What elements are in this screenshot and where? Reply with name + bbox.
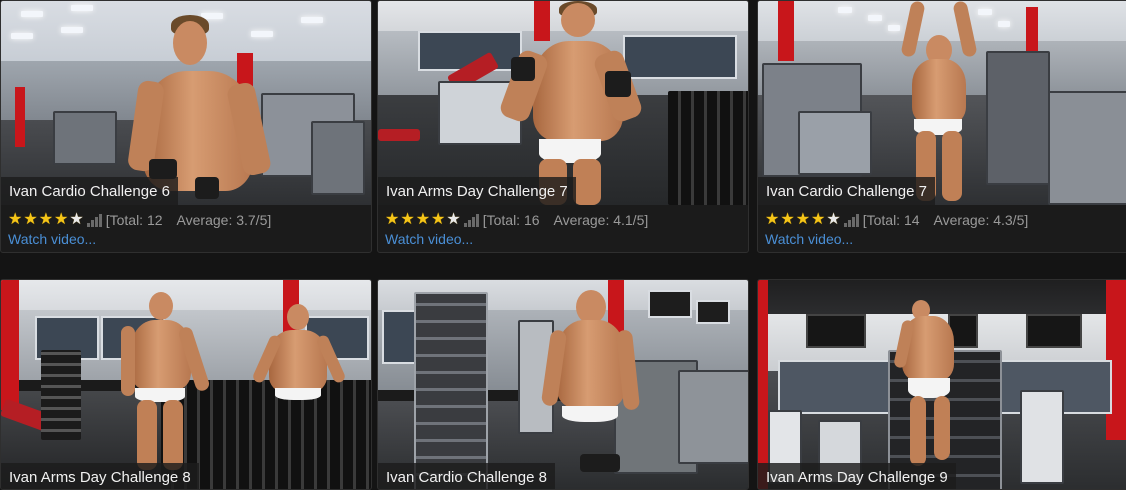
video-thumbnail[interactable]: Ivan Arms Day Challenge 8 — [1, 280, 371, 489]
thumbnail-image — [1, 280, 371, 489]
video-card: Ivan Arms Day Challenge 9 — [757, 279, 1126, 490]
star-empty-icon[interactable]: ★ — [69, 211, 83, 228]
video-title[interactable]: Ivan Arms Day Challenge 8 — [1, 463, 199, 489]
star-filled-icon[interactable]: ★ — [8, 211, 22, 228]
rating: ★ ★ ★ ★ ★ [Total: 14 Average: 4.3/5] — [765, 210, 1121, 229]
watch-video-link[interactable]: Watch video... — [8, 231, 96, 247]
rating-average-label: Average: — [176, 211, 233, 228]
star-rating[interactable]: ★ ★ ★ ★ ★ — [765, 211, 842, 228]
star-filled-icon[interactable]: ★ — [796, 211, 810, 228]
rating-total-label: [Total: — [862, 211, 901, 228]
video-info: ★ ★ ★ ★ ★ [Total: 16 Average: 4.1/5] Watch vi… — [378, 205, 748, 252]
video-thumbnail[interactable]: Ivan Cardio Challenge 8 — [378, 280, 748, 489]
rating-total: 16 — [523, 211, 540, 228]
star-rating[interactable]: ★ ★ ★ ★ ★ — [8, 211, 85, 228]
rating-bars-icon — [463, 213, 480, 227]
video-info: ★ ★ ★ ★ ★ [Total: 12 Average: 3.7/5] Watch vi… — [1, 205, 371, 252]
rating: ★ ★ ★ ★ ★ [Total: 12 Average: 3.7/5] — [8, 210, 364, 229]
rating-total-label: [Total: — [105, 211, 144, 228]
star-filled-icon[interactable]: ★ — [416, 211, 430, 228]
rating-summary: [Total: 16 Average: 4.1/5] — [483, 212, 649, 228]
thumbnail-image — [758, 280, 1126, 489]
video-card: Ivan Cardio Challenge 7 ★ ★ ★ ★ ★ [Total: 14… — [757, 0, 1126, 253]
star-filled-icon[interactable]: ★ — [811, 211, 825, 228]
star-filled-icon[interactable]: ★ — [400, 211, 414, 228]
video-title[interactable]: Ivan Cardio Challenge 8 — [378, 463, 555, 489]
star-filled-icon[interactable]: ★ — [54, 211, 68, 228]
rating-total-label: [Total: — [482, 211, 521, 228]
rating-average-label: Average: — [933, 211, 990, 228]
video-title[interactable]: Ivan Arms Day Challenge 9 — [758, 463, 956, 489]
star-filled-icon[interactable]: ★ — [780, 211, 794, 228]
video-title[interactable]: Ivan Cardio Challenge 7 — [758, 177, 935, 205]
video-card: Ivan Cardio Challenge 8 — [377, 279, 749, 490]
star-filled-icon[interactable]: ★ — [431, 211, 445, 228]
star-filled-icon[interactable]: ★ — [765, 211, 779, 228]
rating-summary: [Total: 14 Average: 4.3/5] — [863, 212, 1029, 228]
watch-video-link[interactable]: Watch video... — [385, 231, 473, 247]
video-thumbnail[interactable]: Ivan Arms Day Challenge 7 — [378, 1, 748, 205]
star-filled-icon[interactable]: ★ — [385, 211, 399, 228]
rating-average-label: Average: — [553, 211, 610, 228]
video-title[interactable]: Ivan Cardio Challenge 6 — [1, 177, 178, 205]
video-thumbnail[interactable]: Ivan Arms Day Challenge 9 — [758, 280, 1126, 489]
star-empty-icon[interactable]: ★ — [446, 211, 460, 228]
thumbnail-image — [758, 1, 1126, 205]
video-title[interactable]: Ivan Arms Day Challenge 7 — [378, 177, 576, 205]
rating-bars-icon — [86, 213, 103, 227]
rating-average: 4.1/5] — [613, 211, 649, 228]
video-grid: Ivan Cardio Challenge 6 ★ ★ ★ ★ ★ [Total: 12… — [0, 0, 1126, 490]
rating-summary: [Total: 12 Average: 3.7/5] — [106, 212, 272, 228]
rating-average: 3.7/5] — [236, 211, 272, 228]
rating: ★ ★ ★ ★ ★ [Total: 16 Average: 4.1/5] — [385, 210, 741, 229]
video-card: Ivan Cardio Challenge 6 ★ ★ ★ ★ ★ [Total: 12… — [0, 0, 372, 253]
video-info: ★ ★ ★ ★ ★ [Total: 14 Average: 4.3/5] Watch vi… — [758, 205, 1126, 252]
star-rating[interactable]: ★ ★ ★ ★ ★ — [385, 211, 462, 228]
rating-total: 12 — [146, 211, 163, 228]
rating-average: 4.3/5] — [993, 211, 1029, 228]
watch-video-link[interactable]: Watch video... — [765, 231, 853, 247]
star-empty-icon[interactable]: ★ — [826, 211, 840, 228]
video-card: Ivan Arms Day Challenge 8 — [0, 279, 372, 490]
star-filled-icon[interactable]: ★ — [23, 211, 37, 228]
video-thumbnail[interactable]: Ivan Cardio Challenge 7 — [758, 1, 1126, 205]
rating-bars-icon — [843, 213, 860, 227]
rating-total: 14 — [903, 211, 920, 228]
thumbnail-image — [1, 1, 371, 205]
star-filled-icon[interactable]: ★ — [39, 211, 53, 228]
video-thumbnail[interactable]: Ivan Cardio Challenge 6 — [1, 1, 371, 205]
video-card: Ivan Arms Day Challenge 7 ★ ★ ★ ★ ★ [Total: … — [377, 0, 749, 253]
thumbnail-image — [378, 1, 748, 205]
thumbnail-image — [378, 280, 748, 489]
